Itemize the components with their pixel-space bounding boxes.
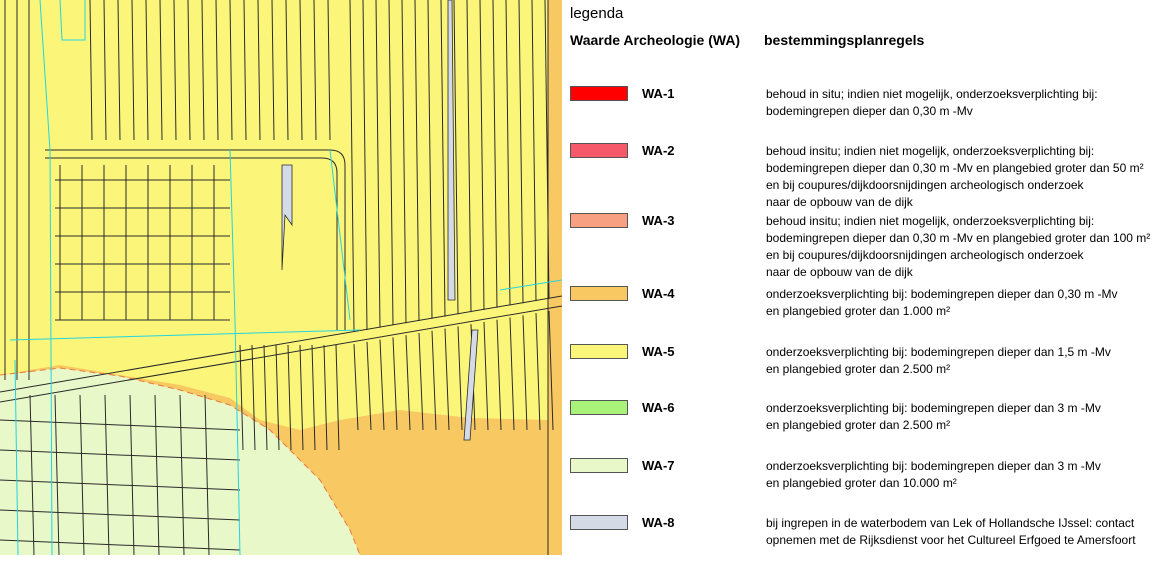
legend-code: WA-7 xyxy=(642,458,675,473)
legend-description: behoud insitu; indien niet mogelijk, ond… xyxy=(766,213,1156,281)
legend-code: WA-1 xyxy=(642,86,675,101)
legend-swatch xyxy=(570,515,628,530)
legend-desc-line: en plangebied groter dan 2.500 m² xyxy=(766,362,951,376)
legend-panel: legenda Waarde Archeologie (WA) bestemmi… xyxy=(562,0,1158,555)
legend-entry-wa2: WA-2 behoud insitu; indien niet mogelijk… xyxy=(562,143,1158,209)
legend-entry-wa3: WA-3 behoud insitu; indien niet mogelijk… xyxy=(562,213,1158,279)
legend-desc-line: behoud insitu; indien niet mogelijk, ond… xyxy=(766,144,1095,158)
legend-header-left: Waarde Archeologie (WA) xyxy=(570,32,741,48)
legend-desc-line: opnemen met de Rijksdienst voor het Cult… xyxy=(766,533,1136,547)
legend-description: onderzoeksverplichting bij: bodemingrepe… xyxy=(766,286,1156,320)
legend-swatch xyxy=(570,86,628,101)
legend-desc-line: en plangebied groter dan 2.500 m² xyxy=(766,418,951,432)
legend-description: onderzoeksverplichting bij: bodemingrepe… xyxy=(766,458,1156,492)
legend-description: behoud insitu; indien niet mogelijk, ond… xyxy=(766,143,1156,211)
legend-code: WA-5 xyxy=(642,344,675,359)
archaeology-map[interactable] xyxy=(0,0,562,555)
legend-desc-line: onderzoeksverplichting bij: bodemingrepe… xyxy=(766,345,1111,359)
legend-code: WA-3 xyxy=(642,213,675,228)
legend-entry-wa6: WA-6 onderzoeksverplichting bij: bodemin… xyxy=(562,400,1158,460)
legend-swatch xyxy=(570,400,628,415)
legend-desc-line: onderzoeksverplichting bij: bodemingrepe… xyxy=(766,459,1101,473)
legend-description: behoud in situ; indien niet mogelijk, on… xyxy=(766,86,1156,120)
legend-desc-line: onderzoeksverplichting bij: bodemingrepe… xyxy=(766,287,1118,301)
legend-title: legenda xyxy=(570,5,624,22)
legend-code: WA-6 xyxy=(642,400,675,415)
legend-entry-wa5: WA-5 onderzoeksverplichting bij: bodemin… xyxy=(562,344,1158,404)
legend-desc-line: en bij coupures/dijkdoorsnijdingen arche… xyxy=(766,248,1084,262)
map-canvas xyxy=(0,0,562,555)
legend-desc-line: naar de opbouw van de dijk xyxy=(766,195,913,209)
legend-description: onderzoeksverplichting bij: bodemingrepe… xyxy=(766,344,1156,378)
legend-desc-line: behoud in situ; indien niet mogelijk, on… xyxy=(766,87,1098,101)
legend-desc-line: onderzoeksverplichting bij: bodemingrepe… xyxy=(766,401,1101,415)
legend-swatch xyxy=(570,286,628,301)
legend-header-right: bestemmingsplanregels xyxy=(764,32,925,48)
legend-desc-line: en plangebied groter dan 1.000 m² xyxy=(766,304,951,318)
legend-code: WA-4 xyxy=(642,286,675,301)
legend-desc-line: en plangebied groter dan 10.000 m² xyxy=(766,476,957,490)
legend-desc-line: bodemingrepen dieper dan 0,30 m -Mv en p… xyxy=(766,231,1151,245)
legend-entry-wa1: WA-1 behoud in situ; indien niet mogelij… xyxy=(562,86,1158,146)
legend-swatch xyxy=(570,143,628,158)
legend-description: bij ingrepen in de waterbodem van Lek of… xyxy=(766,515,1156,549)
legend-swatch xyxy=(570,344,628,359)
legend-swatch xyxy=(570,213,628,228)
legend-description: onderzoeksverplichting bij: bodemingrepe… xyxy=(766,400,1156,434)
legend-entry-wa4: WA-4 onderzoeksverplichting bij: bodemin… xyxy=(562,286,1158,346)
legend-desc-line: bij ingrepen in de waterbodem van Lek of… xyxy=(766,516,1135,530)
legend-desc-line: bodemingrepen dieper dan 0,30 m -Mv en p… xyxy=(766,161,1144,175)
legend-entry-wa7: WA-7 onderzoeksverplichting bij: bodemin… xyxy=(562,458,1158,518)
legend-desc-line: naar de opbouw van de dijk xyxy=(766,265,913,279)
legend-desc-line: bodemingrepen dieper dan 0,30 m -Mv xyxy=(766,104,973,118)
legend-code: WA-2 xyxy=(642,143,675,158)
legend-desc-line: behoud insitu; indien niet mogelijk, ond… xyxy=(766,214,1095,228)
legend-entry-wa8: WA-8 bij ingrepen in de waterbodem van L… xyxy=(562,515,1158,575)
legend-code: WA-8 xyxy=(642,515,675,530)
legend-desc-line: en bij coupures/dijkdoorsnijdingen arche… xyxy=(766,178,1084,192)
legend-swatch xyxy=(570,458,628,473)
